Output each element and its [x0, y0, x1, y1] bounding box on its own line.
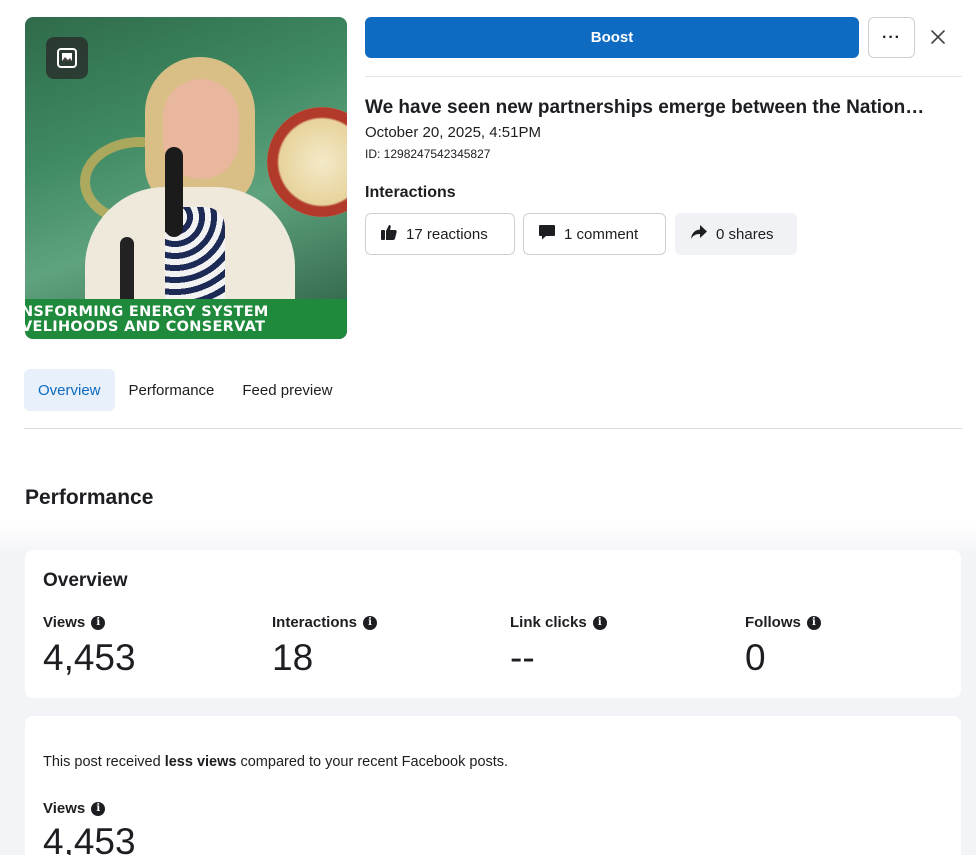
overview-card: Overview Views i 4,453 Interactions i 18… — [25, 550, 961, 698]
post-id: ID: 1298247542345827 — [365, 147, 491, 161]
info-icon[interactable]: i — [91, 801, 106, 816]
comparison-text-before: This post received — [43, 754, 165, 770]
metric-views: Views i 4,453 — [43, 614, 136, 679]
info-icon[interactable]: i — [91, 615, 106, 630]
thumbnail-banner-line1: NSFORMING ENERGY SYSTEM — [25, 304, 269, 320]
post-title: We have seen new partnerships emerge bet… — [365, 97, 925, 118]
boost-button[interactable]: Boost — [365, 17, 859, 58]
shares-count: 0 shares — [716, 225, 774, 243]
tab-overview[interactable]: Overview — [24, 369, 115, 411]
close-icon[interactable] — [924, 23, 952, 51]
metric-views-value: 4,453 — [43, 637, 136, 678]
overview-card-title: Overview — [43, 570, 128, 591]
thumbnail-banner: NSFORMING ENERGY SYSTEM VELIHOODS AND CO… — [25, 299, 347, 339]
performance-heading: Performance — [25, 486, 154, 509]
comparison-card: This post received less views compared t… — [25, 716, 961, 855]
comparison-views-label: Views — [43, 800, 86, 817]
comments-button[interactable]: 1 comment — [523, 213, 666, 255]
more-options-button[interactable]: ··· — [868, 17, 915, 58]
comparison-text-bold: less views — [164, 754, 237, 770]
reactions-button[interactable]: 17 reactions — [365, 213, 515, 255]
metric-interactions-value: 18 — [272, 637, 314, 678]
comment-icon — [538, 223, 556, 245]
metric-follows-value: 0 — [745, 637, 766, 678]
post-date: October 20, 2025, 4:51PM — [365, 124, 541, 141]
tab-divider — [24, 428, 962, 429]
thumbnail-seal-right — [267, 107, 347, 217]
interactions-heading: Interactions — [365, 184, 456, 201]
metric-follows: Follows i 0 — [745, 614, 821, 679]
info-icon[interactable]: i — [363, 615, 378, 630]
post-thumbnail[interactable]: NSFORMING ENERGY SYSTEM VELIHOODS AND CO… — [25, 17, 347, 339]
metric-link-clicks-value: -- — [510, 637, 535, 678]
comparison-metric-views: Views i 4,453 — [43, 800, 136, 855]
comparison-text: This post received less views compared t… — [43, 754, 508, 770]
metric-interactions-label: Interactions — [272, 614, 358, 631]
info-icon[interactable]: i — [806, 615, 821, 630]
comparison-views-value: 4,453 — [43, 821, 136, 855]
thumbs-up-icon — [380, 223, 398, 245]
metric-interactions: Interactions i 18 — [272, 614, 378, 679]
reactions-count: 17 reactions — [406, 225, 488, 243]
info-icon[interactable]: i — [592, 615, 607, 630]
metric-link-clicks: Link clicks i -- — [510, 614, 607, 679]
metric-views-label: Views — [43, 614, 86, 631]
header-divider — [365, 76, 962, 77]
thumbnail-banner-line2: VELIHOODS AND CONSERVAT — [25, 319, 266, 335]
comparison-text-after: compared to your recent Facebook posts. — [236, 754, 509, 770]
tab-performance[interactable]: Performance — [115, 369, 229, 411]
thumbnail-microphone — [165, 147, 183, 237]
tab-bar: Overview Performance Feed preview — [24, 369, 346, 411]
metric-link-clicks-label: Link clicks — [510, 614, 587, 631]
shares-button[interactable]: 0 shares — [675, 213, 797, 255]
comments-count: 1 comment — [564, 225, 639, 243]
tab-feed-preview[interactable]: Feed preview — [228, 369, 346, 411]
metric-follows-label: Follows — [745, 614, 801, 631]
share-icon — [690, 223, 708, 245]
photo-icon — [46, 37, 88, 79]
